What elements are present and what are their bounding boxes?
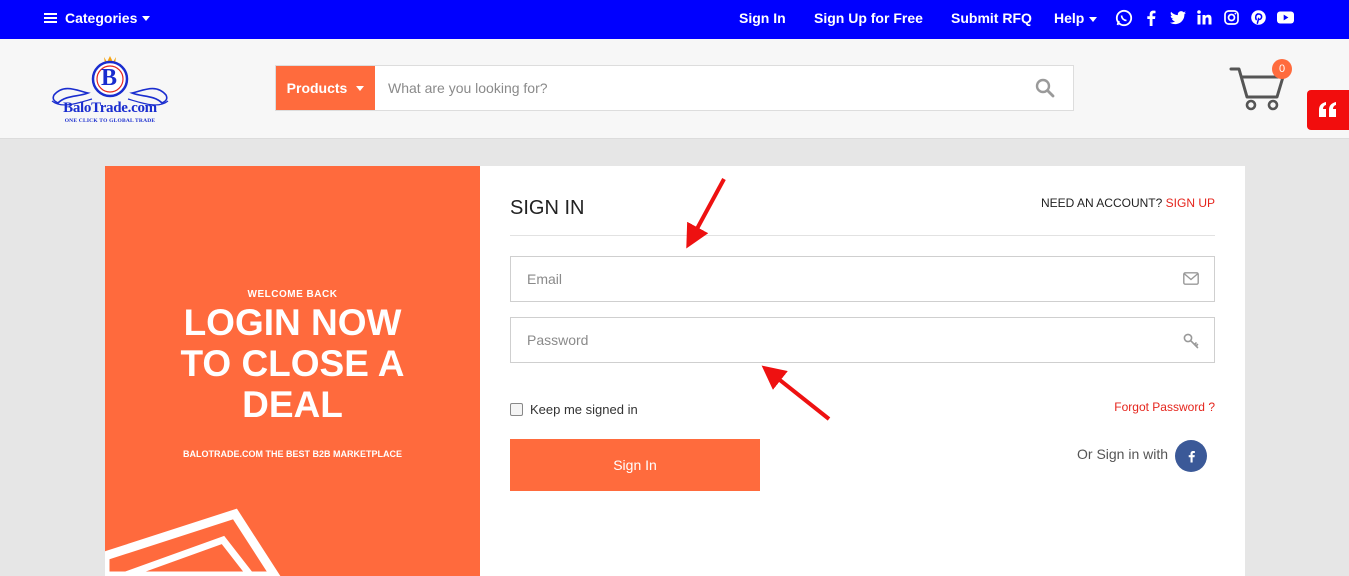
need-account-label: NEED AN ACCOUNT?	[1040, 196, 1163, 210]
keep-signed-in-checkbox[interactable]	[510, 403, 523, 416]
promo-headline: LOGIN NOW TO CLOSE A DEAL	[105, 302, 480, 425]
key-icon	[1183, 333, 1199, 354]
email-input[interactable]	[511, 257, 1214, 301]
hamburger-icon	[44, 11, 57, 25]
welcome-back-text: WELCOME BACK	[247, 289, 338, 300]
forgot-password-link[interactable]: Forgot Password ?	[1114, 400, 1215, 414]
whatsapp-icon[interactable]	[1114, 8, 1133, 27]
password-field[interactable]	[510, 317, 1215, 363]
products-label: Products	[286, 80, 348, 96]
help-menu[interactable]: Help	[1054, 10, 1098, 26]
chevron-down-icon	[142, 15, 151, 21]
envelope-icon	[1183, 272, 1199, 290]
categories-menu-button[interactable]: Categories	[44, 10, 151, 26]
sign-up-link[interactable]: Sign Up for Free	[814, 10, 923, 26]
sign-in-title: SIGN IN	[510, 197, 585, 219]
password-input[interactable]	[511, 318, 1214, 362]
quote-icon[interactable]	[1307, 90, 1349, 130]
sign-in-button[interactable]: Sign In	[510, 439, 760, 491]
facebook-icon	[1188, 450, 1195, 462]
headline-line-1: LOGIN NOW	[183, 302, 402, 343]
logo-tagline: ONE CLICK TO GLOBAL TRADE	[64, 118, 156, 124]
keep-signed-in[interactable]: Keep me signed in	[510, 402, 638, 417]
instagram-icon[interactable]	[1222, 8, 1241, 27]
decorative-paper-graphic	[105, 508, 281, 576]
search-icon[interactable]	[1035, 78, 1055, 103]
sign-up-link[interactable]: SIGN UP	[1166, 196, 1215, 210]
search-bar: Products	[275, 65, 1074, 111]
pinterest-icon[interactable]	[1249, 8, 1268, 27]
youtube-icon[interactable]	[1276, 8, 1295, 27]
products-dropdown[interactable]: Products	[276, 66, 375, 110]
divider	[510, 235, 1215, 236]
promo-panel: WELCOME BACK LOGIN NOW TO CLOSE A DEAL B…	[105, 166, 480, 576]
chevron-down-icon	[1089, 16, 1098, 22]
email-field[interactable]	[510, 256, 1215, 302]
social-links	[1114, 8, 1295, 27]
keep-signed-in-label: Keep me signed in	[530, 402, 638, 417]
top-navigation-bar: Categories Sign In Sign Up for Free Subm…	[0, 0, 1349, 39]
sign-in-link[interactable]: Sign In	[739, 10, 786, 26]
site-header: B BaloTrade.com ONE CLICK TO GLOBAL TRAD…	[0, 39, 1349, 139]
need-account-text: NEED AN ACCOUNT? SIGN UP	[1041, 196, 1215, 210]
promo-tagline: BALOTRADE.COM THE BEST B2B MARKETPLACE	[182, 449, 402, 459]
submit-rfq-link[interactable]: Submit RFQ	[951, 10, 1032, 26]
balotrade-logo[interactable]: B BaloTrade.com ONE CLICK TO GLOBAL TRAD…	[48, 53, 172, 127]
chevron-down-icon	[356, 85, 365, 91]
cart-count-badge: 0	[1272, 59, 1292, 79]
linkedin-icon[interactable]	[1195, 8, 1214, 27]
sign-in-panel: SIGN IN NEED AN ACCOUNT? SIGN UP Keep me…	[480, 166, 1245, 576]
help-label: Help	[1054, 10, 1085, 26]
facebook-icon[interactable]	[1141, 8, 1160, 27]
twitter-icon[interactable]	[1168, 8, 1187, 27]
logo-letter: B	[101, 65, 118, 91]
logo-wordmark: BaloTrade.com	[63, 100, 157, 116]
search-input[interactable]	[376, 66, 1016, 110]
categories-label: Categories	[65, 10, 138, 26]
headline-line-3: DEAL	[242, 384, 343, 425]
headline-line-2: TO CLOSE A	[180, 343, 405, 384]
or-sign-in-with-text: Or Sign in with	[1077, 446, 1169, 462]
facebook-login-button[interactable]	[1175, 440, 1207, 472]
